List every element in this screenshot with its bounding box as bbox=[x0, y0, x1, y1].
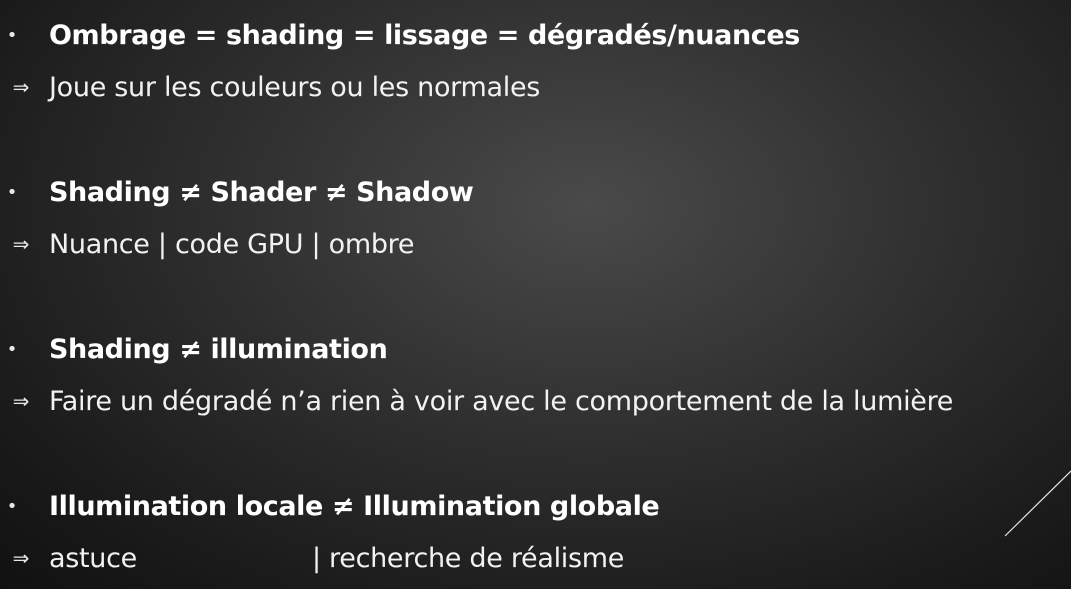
slide: • Ombrage = shading = lissage = dégradés… bbox=[0, 0, 1071, 589]
decorative-diagonal-line bbox=[1004, 470, 1071, 537]
